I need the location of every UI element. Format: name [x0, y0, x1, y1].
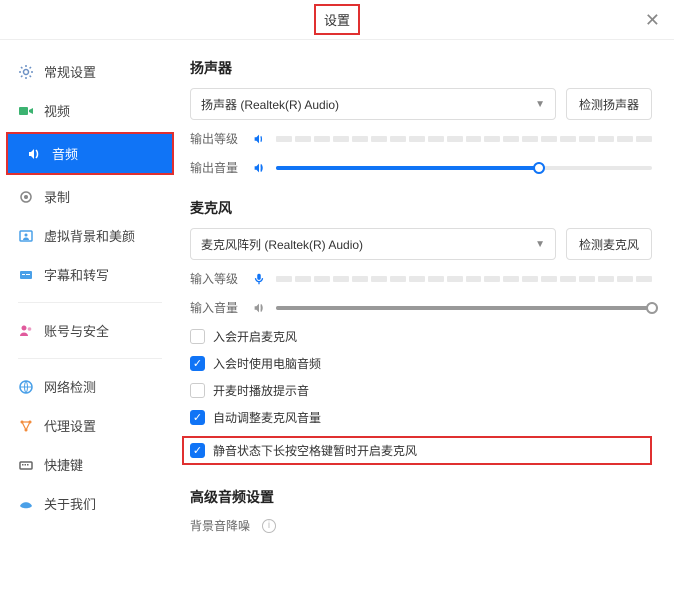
bg-noise-row: 背景音降噪 i [190, 517, 652, 534]
check-spacebar-unmute[interactable]: ✓ 静音状态下长按空格键暂时开启麦克风 [182, 436, 652, 465]
label: 静音状态下长按空格键暂时开启麦克风 [213, 442, 417, 459]
input-level-label: 输入等级 [190, 270, 242, 287]
sidebar-item-label: 虚拟背景和美颜 [44, 226, 135, 245]
sidebar-item-virtual-bg[interactable]: 虚拟背景和美颜 [0, 216, 180, 255]
shortcut-icon [18, 457, 34, 473]
checkbox[interactable]: ✓ [190, 410, 205, 425]
chevron-down-icon: ▼ [535, 99, 545, 110]
sidebar-item-shortcut[interactable]: 快捷键 [0, 445, 180, 484]
speaker-icon [252, 132, 266, 146]
gear-icon [18, 64, 34, 80]
checkbox[interactable]: ✓ [190, 356, 205, 371]
speaker-volume-slider[interactable] [276, 166, 652, 170]
input-volume-label: 输入音量 [190, 299, 242, 316]
close-button[interactable]: ✕ [645, 10, 660, 31]
sidebar-item-label: 快捷键 [44, 455, 83, 474]
checkbox[interactable]: ✓ [190, 443, 205, 458]
input-level-meter [276, 276, 652, 282]
sidebar-item-label: 账号与安全 [44, 321, 109, 340]
sidebar-item-label: 字幕和转写 [44, 265, 109, 284]
sidebar-item-label: 常规设置 [44, 62, 96, 81]
output-level-meter [276, 136, 652, 142]
speaker-select[interactable]: 扬声器 (Realtek(R) Audio) ▼ [190, 88, 556, 120]
sidebar-item-label: 关于我们 [44, 494, 96, 513]
chevron-down-icon: ▼ [535, 239, 545, 250]
sidebar-item-account[interactable]: 账号与安全 [0, 311, 180, 350]
about-icon [18, 496, 34, 512]
sidebar: 常规设置视频音频录制虚拟背景和美颜字幕和转写账号与安全网络检测代理设置快捷键关于… [0, 40, 180, 600]
checkbox[interactable] [190, 383, 205, 398]
sidebar-item-network[interactable]: 网络检测 [0, 367, 180, 406]
account-icon [18, 323, 34, 339]
label: 入会开启麦克风 [213, 328, 297, 345]
output-volume-label: 输出音量 [190, 159, 242, 176]
sidebar-item-proxy[interactable]: 代理设置 [0, 406, 180, 445]
label: 自动调整麦克风音量 [213, 409, 321, 426]
record-icon [18, 189, 34, 205]
label: 入会时使用电脑音频 [213, 355, 321, 372]
mic-volume-slider[interactable] [276, 306, 652, 310]
speaker-section-title: 扬声器 [190, 58, 652, 78]
sidebar-item-record[interactable]: 录制 [0, 177, 180, 216]
volume-icon [252, 301, 266, 315]
mic-section-title: 麦克风 [190, 198, 652, 218]
mic-select-value: 麦克风阵列 (Realtek(R) Audio) [201, 236, 363, 253]
checkbox[interactable] [190, 329, 205, 344]
network-icon [18, 379, 34, 395]
label: 开麦时播放提示音 [213, 382, 309, 399]
mic-select[interactable]: 麦克风阵列 (Realtek(R) Audio) ▼ [190, 228, 556, 260]
info-icon[interactable]: i [262, 519, 276, 533]
sidebar-item-label: 音频 [52, 144, 78, 163]
sidebar-item-label: 录制 [44, 187, 70, 206]
divider [18, 302, 162, 303]
divider [18, 358, 162, 359]
proxy-icon [18, 418, 34, 434]
virtual-bg-icon [18, 228, 34, 244]
advanced-section-title: 高级音频设置 [190, 487, 652, 507]
sidebar-item-video[interactable]: 视频 [0, 91, 180, 130]
check-auto-adjust[interactable]: ✓ 自动调整麦克风音量 [190, 409, 652, 426]
test-speaker-button[interactable]: 检测扬声器 [566, 88, 652, 120]
sidebar-item-about[interactable]: 关于我们 [0, 484, 180, 523]
check-join-mic[interactable]: 入会开启麦克风 [190, 328, 652, 345]
window-title: 设置 [314, 4, 360, 35]
check-use-computer-audio[interactable]: ✓ 入会时使用电脑音频 [190, 355, 652, 372]
video-icon [18, 103, 34, 119]
sidebar-item-label: 网络检测 [44, 377, 96, 396]
sidebar-item-caption[interactable]: 字幕和转写 [0, 255, 180, 294]
header: 设置 ✕ [0, 0, 674, 40]
mic-icon [252, 272, 266, 286]
volume-icon [252, 161, 266, 175]
caption-icon [18, 267, 34, 283]
content: 扬声器 扬声器 (Realtek(R) Audio) ▼ 检测扬声器 输出等级 … [180, 40, 674, 600]
check-play-tone[interactable]: 开麦时播放提示音 [190, 382, 652, 399]
test-mic-button[interactable]: 检测麦克风 [566, 228, 652, 260]
sidebar-item-gear[interactable]: 常规设置 [0, 52, 180, 91]
sidebar-item-audio[interactable]: 音频 [8, 134, 172, 173]
speaker-select-value: 扬声器 (Realtek(R) Audio) [201, 96, 339, 113]
bg-noise-label: 背景音降噪 [190, 517, 250, 534]
output-level-label: 输出等级 [190, 130, 242, 147]
sidebar-item-label: 视频 [44, 101, 70, 120]
audio-icon [26, 146, 42, 162]
sidebar-item-label: 代理设置 [44, 416, 96, 435]
